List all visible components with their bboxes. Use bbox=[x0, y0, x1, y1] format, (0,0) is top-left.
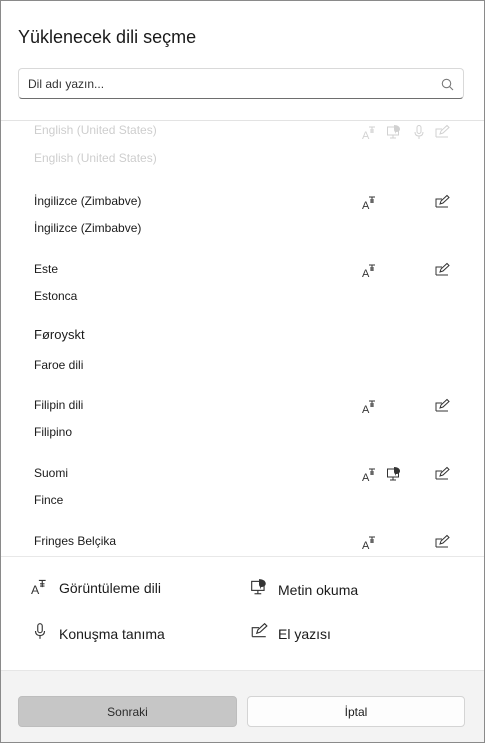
legend-label: Görüntüleme dili bbox=[59, 580, 161, 596]
legend-label: El yazısı bbox=[278, 626, 331, 642]
svg-text:A: A bbox=[362, 200, 370, 210]
language-name: Fringes Belçika bbox=[34, 534, 117, 548]
cancel-button[interactable]: İptal bbox=[247, 696, 465, 727]
text-to-speech-icon bbox=[386, 124, 402, 140]
search-box[interactable] bbox=[18, 68, 464, 99]
list-item-english-us[interactable]: English (United States) English (United … bbox=[1, 121, 484, 189]
svg-text:A: A bbox=[362, 472, 370, 482]
language-name: Suomi bbox=[34, 466, 69, 480]
display-language-icon: A bbox=[362, 194, 378, 210]
list-item-filipino[interactable]: Filipin dili Filipino A bbox=[1, 395, 484, 463]
legend-divider bbox=[1, 556, 484, 557]
microphone-icon bbox=[31, 622, 49, 640]
next-button[interactable]: Sonraki bbox=[18, 696, 237, 727]
search-icon bbox=[441, 78, 454, 91]
display-language-icon: A bbox=[362, 466, 378, 482]
text-to-speech-icon bbox=[250, 578, 268, 596]
language-local-name: Faroe dili bbox=[34, 358, 84, 372]
handwriting-icon bbox=[434, 466, 450, 482]
list-item-english-zimbabwe[interactable]: İngilizce (Zimbabve) İngilizce (Zimbabve… bbox=[1, 191, 484, 259]
svg-text:A: A bbox=[362, 130, 370, 140]
svg-text:A: A bbox=[31, 583, 40, 595]
language-local-name: Estonca bbox=[34, 289, 78, 303]
list-item-finnish[interactable]: Suomi Fince A bbox=[1, 463, 484, 531]
legend-label: Konuşma tanıma bbox=[59, 626, 165, 642]
list-item-estonian[interactable]: Este Estonca A bbox=[1, 259, 484, 327]
language-list: English (United States) English (United … bbox=[1, 121, 484, 556]
list-item-french-belgium[interactable]: Fringes Belçika A bbox=[1, 531, 484, 556]
dialog-title: Yüklenecek dili seçme bbox=[18, 27, 197, 47]
svg-text:A: A bbox=[362, 540, 370, 550]
display-language-icon: A bbox=[362, 262, 378, 278]
install-language-dialog: Yüklenecek dili seçme English (United St… bbox=[0, 0, 485, 743]
dialog-footer: Sonraki İptal bbox=[1, 670, 484, 742]
svg-text:A: A bbox=[362, 268, 370, 278]
search-input[interactable] bbox=[28, 74, 428, 94]
language-local-name: Fince bbox=[34, 493, 64, 507]
svg-text:A: A bbox=[362, 404, 370, 414]
display-language-icon: A bbox=[362, 534, 378, 550]
microphone-icon bbox=[411, 124, 427, 140]
language-name: Filipin dili bbox=[34, 398, 84, 412]
display-language-icon: A bbox=[362, 398, 378, 414]
handwriting-icon bbox=[434, 534, 450, 550]
language-name: English (United States) bbox=[34, 123, 157, 137]
handwriting-icon bbox=[434, 262, 450, 278]
handwriting-icon bbox=[434, 398, 450, 414]
language-local-name: English (United States) bbox=[34, 151, 157, 165]
legend-label: Metin okuma bbox=[278, 582, 359, 598]
handwriting-icon bbox=[250, 622, 268, 640]
language-name: Este bbox=[34, 262, 59, 276]
display-language-icon: A bbox=[31, 577, 49, 597]
language-local-name: İngilizce (Zimbabve) bbox=[34, 221, 142, 235]
text-to-speech-icon bbox=[386, 466, 402, 482]
language-name: Føroyskt bbox=[34, 327, 85, 342]
display-language-icon: A bbox=[362, 124, 378, 140]
handwriting-icon bbox=[434, 194, 450, 210]
language-local-name: Filipino bbox=[34, 425, 73, 439]
language-name: İngilizce (Zimbabve) bbox=[34, 194, 142, 208]
handwriting-icon bbox=[434, 124, 450, 140]
list-item-faroese[interactable]: Føroyskt Faroe dili bbox=[1, 325, 484, 393]
